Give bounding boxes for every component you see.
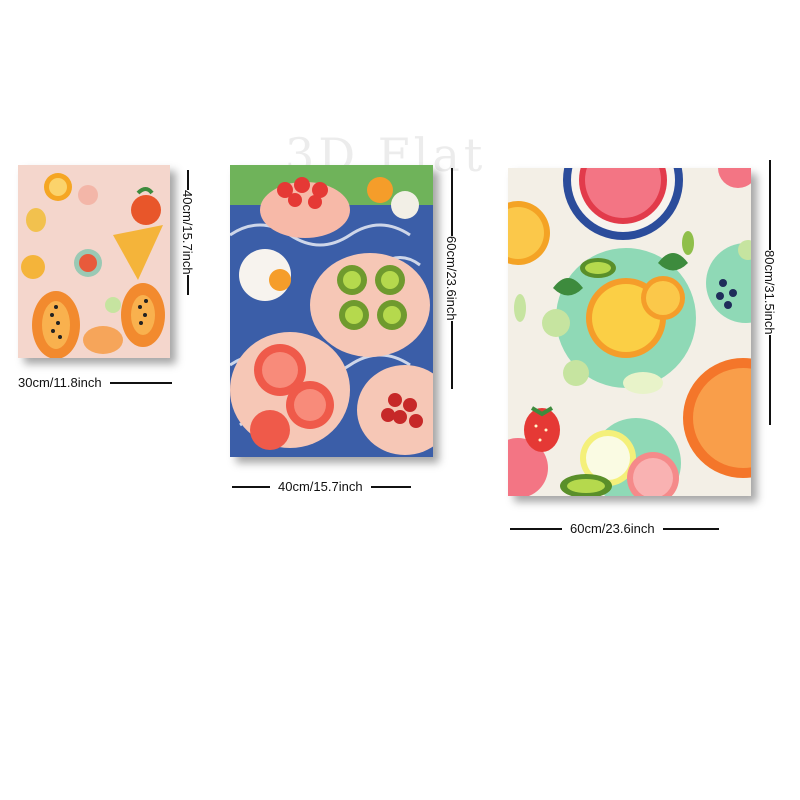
poster-small (18, 165, 170, 358)
dim-line (450, 320, 453, 389)
dim-line (109, 381, 172, 384)
dim-line (232, 485, 270, 488)
dim-line (186, 274, 189, 295)
dim-text: 60cm/23.6inch (570, 521, 655, 536)
height-dim-small: 40cm/15.7inch (180, 170, 195, 355)
dim-line (450, 168, 453, 236)
dim-text: 30cm/11.8inch (18, 375, 102, 390)
dim-line (662, 527, 719, 530)
height-dim-medium: 60cm/23.6inch (444, 168, 459, 454)
height-dim-large: 80cm/31.5inch (762, 160, 777, 505)
poster-large (508, 168, 751, 496)
dim-line (186, 170, 189, 190)
dim-text: 40cm/15.7inch (180, 190, 195, 275)
width-dim-large: 60cm/23.6inch (510, 521, 719, 536)
width-dim-small: 30cm/11.8inch (18, 375, 172, 390)
dim-line (768, 160, 771, 250)
dim-text: 40cm/15.7inch (278, 479, 363, 494)
dim-text: 80cm/31.5inch (762, 250, 777, 335)
dim-line (370, 485, 411, 488)
poster-medium (230, 165, 433, 457)
citrus-artwork (508, 168, 751, 496)
dim-line (768, 334, 771, 425)
kiwi-artwork (230, 165, 433, 457)
dim-text: 60cm/23.6inch (444, 236, 459, 321)
papaya-artwork (18, 165, 170, 358)
dim-line (510, 527, 562, 530)
width-dim-medium: 40cm/15.7inch (232, 479, 411, 494)
